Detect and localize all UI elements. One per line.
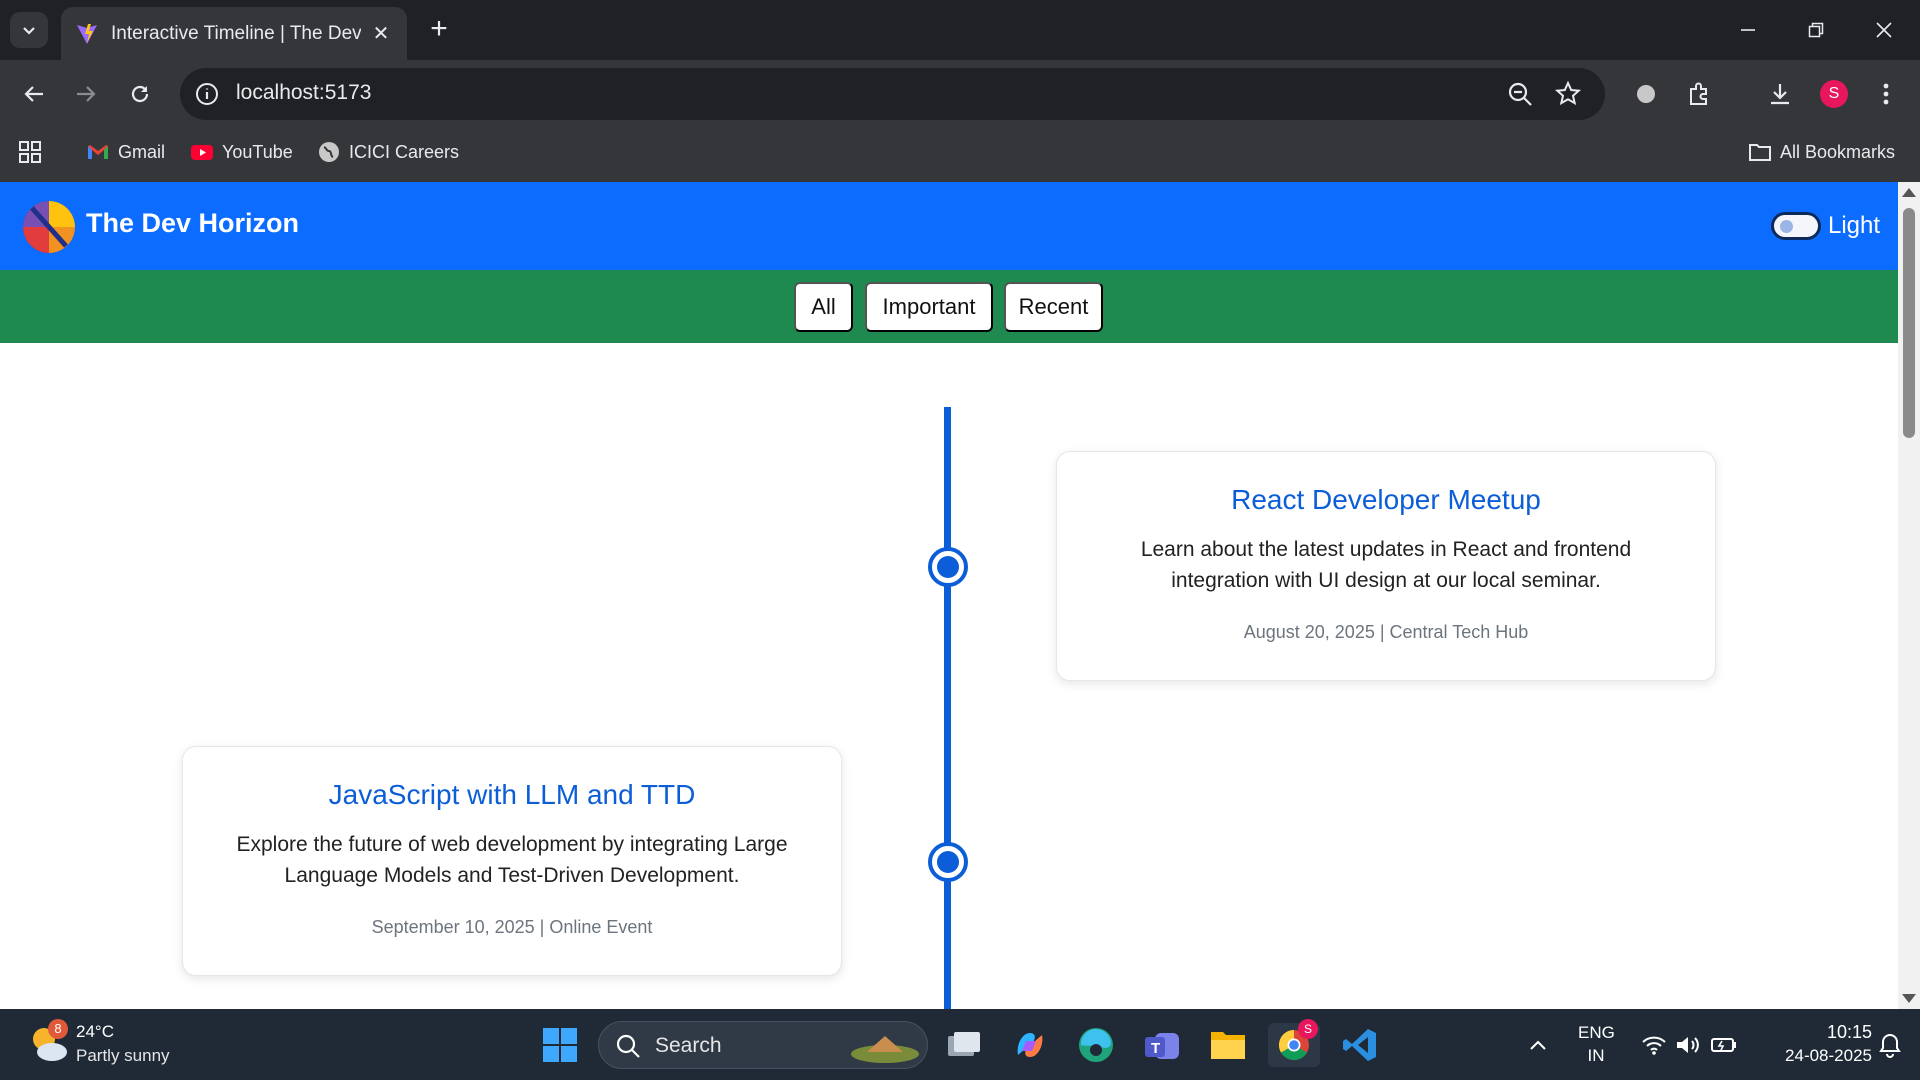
- taskbar-search[interactable]: Search: [598, 1021, 928, 1069]
- event-card[interactable]: React Developer Meetup Learn about the l…: [1056, 451, 1716, 681]
- all-bookmarks-label: All Bookmarks: [1780, 141, 1896, 162]
- address-bar[interactable]: localhost:5173: [180, 68, 1605, 120]
- url-text: localhost:5173: [236, 81, 372, 104]
- filter-recent-button[interactable]: Recent: [1004, 282, 1103, 332]
- bookmark-label: Gmail: [118, 141, 166, 162]
- theme-label: Light: [1828, 212, 1881, 239]
- apps-grid-icon[interactable]: [18, 140, 42, 164]
- close-window-icon[interactable]: [1864, 10, 1904, 50]
- file-explorer-icon[interactable]: [1206, 1023, 1250, 1067]
- chevron-down-icon: [23, 27, 35, 35]
- copilot-icon[interactable]: [1008, 1023, 1052, 1067]
- timeline-line: [944, 407, 951, 1009]
- event-title: JavaScript with LLM and TTD: [328, 779, 696, 810]
- site-info-icon[interactable]: [194, 81, 220, 107]
- timeline: React Developer Meetup Learn about the l…: [0, 343, 1898, 1009]
- edge-icon[interactable]: [1074, 1023, 1118, 1067]
- minimize-icon[interactable]: [1728, 10, 1768, 50]
- clock-time[interactable]: 10:15: [1752, 1022, 1872, 1043]
- brand-logo-icon: [23, 201, 75, 253]
- profile-avatar[interactable]: S: [1820, 80, 1848, 108]
- region-indicator: IN: [1587, 1046, 1605, 1065]
- chrome-profile-badge: S: [1298, 1019, 1318, 1039]
- language-indicator[interactable]: ENG: [1578, 1023, 1615, 1043]
- youtube-icon: [191, 145, 213, 160]
- chrome-taskbar-icon[interactable]: S: [1268, 1019, 1320, 1067]
- filter-bar: All Important Recent: [0, 270, 1898, 343]
- event-description: Learn about the latest updates in React …: [1140, 538, 1632, 592]
- downloads-icon[interactable]: [1764, 78, 1796, 110]
- search-label: Search: [655, 1034, 722, 1057]
- folder-icon: [1749, 144, 1771, 161]
- reload-icon[interactable]: [122, 76, 158, 112]
- globe-icon: [319, 142, 339, 162]
- bookmark-youtube[interactable]: YouTube: [190, 140, 293, 164]
- tab-title: Interactive Timeline | The Dev Horizon: [111, 22, 361, 44]
- scroll-down-icon[interactable]: [1902, 994, 1916, 1003]
- vite-favicon-icon: [77, 23, 97, 44]
- extensions-icon[interactable]: [1684, 78, 1716, 110]
- browser-tabstrip: Interactive Timeline | The Dev Horizon ✕…: [0, 0, 1920, 60]
- app-header: The Dev Horizon Light: [0, 182, 1898, 270]
- brand-title: The Dev Horizon: [86, 208, 300, 238]
- bookmark-icici-careers[interactable]: ICICI Careers: [317, 140, 459, 164]
- teams-icon[interactable]: T: [1140, 1023, 1184, 1067]
- tab-close-icon[interactable]: ✕: [369, 21, 393, 46]
- tray-overflow-chevron-icon[interactable]: [1516, 1023, 1560, 1067]
- tab-search-button[interactable]: [10, 12, 48, 48]
- timeline-marker: [928, 842, 968, 882]
- menu-kebab-icon[interactable]: [1870, 78, 1902, 110]
- event-meta: September 10, 2025 | Online Event: [371, 917, 653, 937]
- browser-toolbar: localhost:5173: [0, 60, 1920, 128]
- theme-toggle[interactable]: [1771, 212, 1821, 240]
- vscode-icon[interactable]: [1338, 1023, 1382, 1067]
- extension-puzzle-icon[interactable]: [1630, 78, 1662, 110]
- zoom-icon[interactable]: [1506, 80, 1534, 108]
- back-arrow-icon[interactable]: [16, 76, 52, 112]
- bookmarks-bar: Gmail YouTube ICICI Careers All Bookmark…: [0, 128, 1920, 182]
- event-description: Explore the future of web development by…: [236, 833, 788, 887]
- bookmark-label: YouTube: [222, 141, 293, 162]
- search-icon: [616, 1034, 640, 1058]
- event-card[interactable]: JavaScript with LLM and TTD Explore the …: [182, 746, 842, 976]
- svg-text:T: T: [1151, 1040, 1160, 1057]
- battery-icon[interactable]: [1702, 1023, 1746, 1067]
- os-taskbar: 8 24°C Partly sunny Search T S ENG IN 10…: [0, 1009, 1920, 1080]
- restore-icon[interactable]: [1796, 10, 1836, 50]
- search-highlight-image-icon: [851, 1036, 919, 1063]
- clock-date: 24-08-2025: [1785, 1046, 1872, 1065]
- weather-temp: 24°C: [76, 1022, 114, 1041]
- new-tab-icon[interactable]: +: [424, 14, 454, 44]
- scroll-up-icon[interactable]: [1902, 188, 1916, 197]
- event-meta: August 20, 2025 | Central Tech Hub: [1243, 622, 1529, 642]
- gmail-icon: [88, 145, 108, 159]
- notifications-bell-icon[interactable]: [1868, 1023, 1912, 1067]
- weather-badge: 8: [48, 1019, 68, 1039]
- bookmark-label: ICICI Careers: [349, 141, 460, 162]
- weather-desc: Partly sunny: [76, 1046, 170, 1065]
- timeline-marker: [928, 547, 968, 587]
- filter-all-button[interactable]: All: [794, 282, 853, 332]
- bookmark-star-icon[interactable]: [1554, 80, 1582, 108]
- all-bookmarks[interactable]: All Bookmarks: [1748, 140, 1895, 164]
- event-title: React Developer Meetup: [1231, 484, 1541, 515]
- bookmark-gmail[interactable]: Gmail: [86, 140, 165, 164]
- forward-arrow-icon[interactable]: [68, 76, 104, 112]
- browser-tab-active[interactable]: Interactive Timeline | The Dev Horizon ✕: [61, 7, 407, 60]
- windows-start-icon[interactable]: [538, 1023, 582, 1067]
- filter-important-button[interactable]: Important: [865, 282, 993, 332]
- scroll-thumb[interactable]: [1903, 208, 1915, 438]
- page-scrollbar[interactable]: [1898, 182, 1920, 1009]
- task-view-icon[interactable]: [942, 1023, 986, 1067]
- theme-toggle-knob: [1780, 220, 1793, 233]
